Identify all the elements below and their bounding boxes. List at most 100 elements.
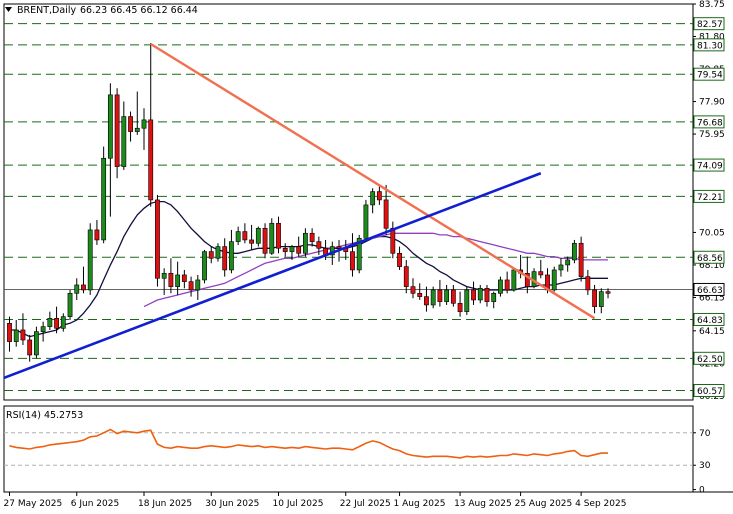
bullish-candle xyxy=(60,316,66,329)
bullish-candle xyxy=(101,157,107,241)
bearish-candle xyxy=(504,279,510,291)
resistance-trendline xyxy=(150,42,596,320)
time-tick-label: 4 Sep 2025 xyxy=(575,499,626,509)
time-tick-label: 25 Aug 2025 xyxy=(515,499,573,509)
bearish-candle xyxy=(484,287,490,302)
bullish-candle xyxy=(363,204,369,239)
bearish-candle xyxy=(222,246,228,271)
price-pane-frame xyxy=(3,3,694,401)
bullish-candle xyxy=(215,246,221,259)
bearish-candle xyxy=(403,266,409,287)
bullish-candle xyxy=(121,116,127,167)
chart-root: 83.7581.8079.8577.9075.9574.0072.0570.05… xyxy=(0,0,733,514)
level-label: 74.09 xyxy=(697,162,723,172)
bullish-candle xyxy=(67,292,73,317)
time-tick-label: 30 Jun 2025 xyxy=(205,499,259,509)
bearish-candle xyxy=(450,289,456,304)
bearish-candle xyxy=(155,199,160,279)
bearish-candle xyxy=(262,227,268,254)
level-label: 82.57 xyxy=(697,20,723,30)
bullish-candle xyxy=(477,287,483,301)
bearish-candle xyxy=(350,251,355,271)
bearish-candle xyxy=(336,246,342,249)
bullish-candle xyxy=(255,227,261,244)
rsi-tick-label: 0 xyxy=(699,486,705,496)
level-label: 64.83 xyxy=(697,316,723,326)
bullish-candle xyxy=(161,272,167,279)
rsi-tick-label: 70 xyxy=(699,429,711,439)
chart-canvas: 83.7581.8079.8577.9075.9574.0072.0570.05… xyxy=(3,0,733,509)
bullish-candle xyxy=(551,269,557,291)
time-tick-label: 13 Aug 2025 xyxy=(454,499,512,509)
bullish-candle xyxy=(430,289,436,306)
bearish-candle xyxy=(410,286,416,294)
bullish-candle xyxy=(289,246,295,252)
bullish-candle xyxy=(141,119,147,129)
bearish-candle xyxy=(282,247,288,252)
symbol-label: BRENT,Daily xyxy=(17,5,76,16)
bullish-candle xyxy=(444,289,450,302)
price-tick-label: 64.15 xyxy=(699,327,725,337)
bullish-candle xyxy=(134,127,140,132)
level-label: 60.57 xyxy=(697,387,723,397)
bearish-candle xyxy=(249,239,254,244)
bearish-candle xyxy=(417,292,423,297)
level-label: 72.21 xyxy=(697,193,723,203)
level-label: 79.54 xyxy=(697,71,723,81)
time-tick-label: 27 May 2025 xyxy=(4,499,63,509)
bearish-candle xyxy=(605,291,611,294)
level-label: 76.68 xyxy=(697,118,723,128)
bullish-candle xyxy=(175,274,181,287)
bearish-candle xyxy=(578,242,584,277)
bearish-candle xyxy=(538,271,544,276)
bearish-candle xyxy=(54,317,59,329)
level-label: 62.50 xyxy=(697,355,723,365)
level-label: 81.30 xyxy=(697,41,723,51)
rsi-pane: 70 30 0 xyxy=(3,405,711,496)
price-tick-label: 70.05 xyxy=(699,228,725,238)
price-pane: 83.7581.8079.8577.9075.9574.0072.0570.05… xyxy=(3,0,725,402)
bearish-candle xyxy=(208,251,214,259)
bullish-candle xyxy=(47,317,53,327)
bullish-candle xyxy=(269,222,275,254)
bullish-candle xyxy=(235,231,241,242)
time-tick-label: 18 Jun 2025 xyxy=(138,499,192,509)
time-tick-label: 10 Jul 2025 xyxy=(273,499,324,509)
bearish-candle xyxy=(94,229,100,241)
price-tick-label: 83.75 xyxy=(699,0,725,10)
moving-average-fast-line xyxy=(9,200,608,338)
bullish-candle xyxy=(370,191,376,206)
bullish-candle xyxy=(511,269,517,291)
bullish-candle xyxy=(565,259,571,266)
bearish-candle xyxy=(181,274,187,282)
time-tick-label: 22 Jul 2025 xyxy=(340,499,391,509)
bearish-candle xyxy=(471,289,476,301)
bearish-candle xyxy=(585,276,591,291)
current-price-label: 66.63 xyxy=(697,286,723,296)
level-label: 68.56 xyxy=(697,254,723,264)
ohlc-readout: 66.23 66.45 66.12 66.44 xyxy=(80,5,198,16)
bullish-candle xyxy=(558,264,564,271)
bearish-candle xyxy=(397,252,402,267)
bullish-candle xyxy=(571,242,577,261)
price-tick-label: 77.90 xyxy=(699,98,725,108)
bullish-candle xyxy=(107,94,113,159)
bearish-candle xyxy=(390,227,396,254)
bearish-candle xyxy=(148,119,154,201)
bearish-candle xyxy=(457,302,463,312)
bullish-candle xyxy=(598,291,604,307)
bearish-candle xyxy=(81,284,86,291)
bearish-candle xyxy=(276,222,281,249)
bearish-candle xyxy=(242,231,248,241)
rsi-title: RSI(14) 45.2753 xyxy=(6,410,83,421)
bearish-candle xyxy=(296,246,302,254)
bullish-candle xyxy=(195,279,201,291)
time-axis: 27 May 2025 6 Jun 2025 18 Jun 2025 30 Jun 2… xyxy=(4,491,733,509)
price-plot-area xyxy=(4,42,611,380)
bearish-candle xyxy=(20,329,26,341)
bearish-candle xyxy=(383,199,389,229)
dropdown-arrow-icon[interactable] xyxy=(5,7,12,12)
bullish-candle xyxy=(13,329,19,342)
bullish-candle xyxy=(40,326,46,332)
bearish-candle xyxy=(7,323,12,342)
